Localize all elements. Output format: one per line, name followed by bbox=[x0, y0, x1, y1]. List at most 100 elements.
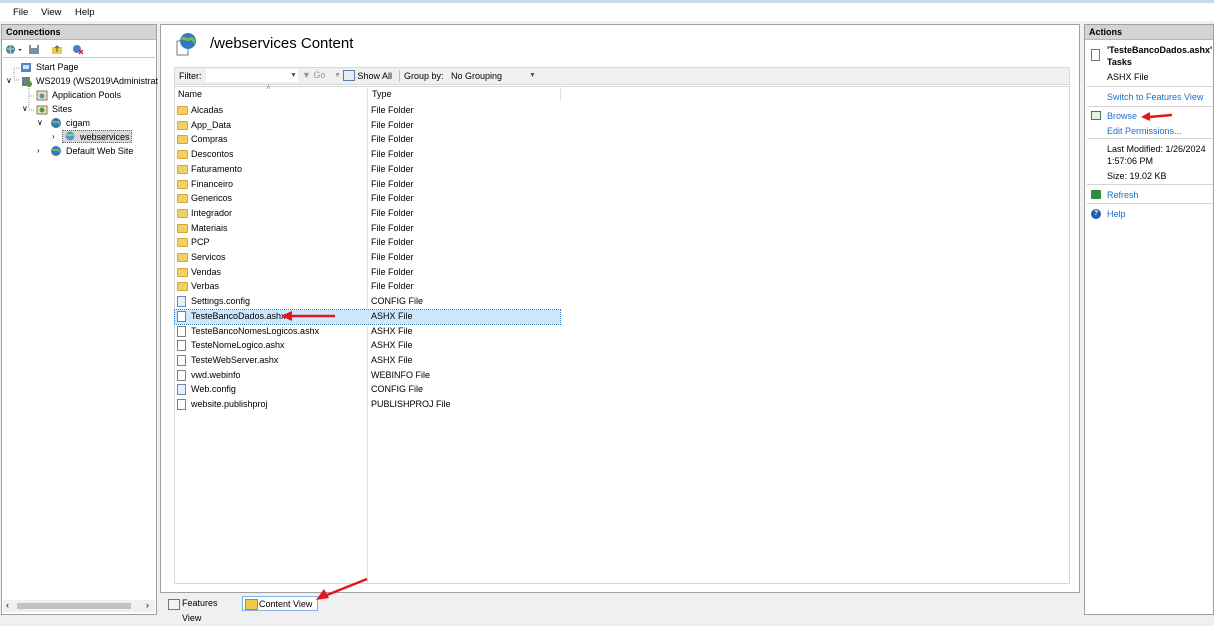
table-row[interactable]: Compras File Folder bbox=[175, 133, 560, 148]
content-list: ˄ Name Type Alcadas File Folder App_Data Fi… bbox=[174, 83, 1070, 584]
table-row[interactable]: PCP File Folder bbox=[175, 236, 560, 251]
save-icon[interactable] bbox=[28, 44, 40, 55]
column-header-type[interactable]: Type bbox=[372, 89, 392, 99]
row-name: Descontos bbox=[191, 149, 234, 160]
row-name: App_Data bbox=[191, 119, 232, 130]
group-by-dropdown-icon[interactable]: ▼ bbox=[529, 72, 536, 79]
content-globe-icon bbox=[175, 32, 197, 56]
connect-dropdown-icon[interactable] bbox=[17, 44, 23, 55]
table-row[interactable]: Settings.config CONFIG File bbox=[175, 295, 560, 310]
table-row[interactable]: Web.config CONFIG File bbox=[175, 383, 560, 398]
table-row[interactable]: Servicos File Folder bbox=[175, 251, 560, 266]
tree-start-page[interactable]: Start Page bbox=[36, 62, 79, 72]
table-row[interactable]: Verbas File Folder bbox=[175, 280, 560, 295]
filter-dropdown-icon[interactable]: ▼ bbox=[290, 72, 297, 79]
row-type: ASHX File bbox=[371, 310, 413, 321]
menu-file[interactable]: File bbox=[13, 7, 28, 18]
content-view-tab[interactable]: Content View bbox=[242, 596, 318, 611]
section-divider bbox=[1087, 138, 1213, 139]
disconnect-icon[interactable] bbox=[72, 44, 84, 55]
row-type: WEBINFO File bbox=[371, 369, 431, 380]
globe-icon bbox=[50, 145, 62, 156]
refresh-link[interactable]: Refresh bbox=[1107, 190, 1139, 200]
table-row[interactable]: website.publishproj PUBLISHPROJ File bbox=[175, 398, 560, 413]
table-row[interactable]: Alcadas File Folder bbox=[175, 104, 560, 119]
row-name: Compras bbox=[191, 134, 228, 145]
column-header-name[interactable]: Name bbox=[178, 89, 202, 99]
horizontal-scrollbar[interactable]: ‹ › bbox=[3, 600, 155, 612]
scroll-left-icon[interactable]: ‹ bbox=[6, 600, 9, 610]
table-row[interactable]: Descontos File Folder bbox=[175, 148, 560, 163]
row-name: Verbas bbox=[191, 281, 220, 292]
table-row[interactable]: Materiais File Folder bbox=[175, 222, 560, 237]
table-row[interactable]: Genericos File Folder bbox=[175, 192, 560, 207]
folder-icon bbox=[177, 238, 188, 248]
tree-cigam[interactable]: cigam bbox=[66, 118, 90, 128]
table-row[interactable]: Faturamento File Folder bbox=[175, 163, 560, 178]
go-dropdown-icon[interactable]: ▼ bbox=[334, 72, 341, 79]
chevron-down-icon[interactable]: ∨ bbox=[37, 118, 43, 127]
tree-webservices[interactable]: webservices bbox=[80, 132, 130, 142]
page-title: /webservices Content bbox=[210, 35, 354, 52]
file-icon bbox=[177, 399, 186, 410]
chevron-right-icon[interactable]: › bbox=[37, 146, 40, 155]
help-link[interactable]: Help bbox=[1107, 209, 1126, 219]
tree-application-pools[interactable]: Application Pools bbox=[52, 90, 121, 100]
row-type: File Folder bbox=[371, 207, 414, 218]
row-type: File Folder bbox=[371, 105, 414, 115]
row-type: File Folder bbox=[371, 252, 414, 262]
table-row[interactable]: TesteNomeLogico.ashx ASHX File bbox=[175, 339, 560, 354]
switch-to-features-view-link[interactable]: Switch to Features View bbox=[1107, 92, 1203, 102]
connections-panel: Connections Start Page ∨ WS2019 (WS2019\… bbox=[1, 24, 158, 615]
row-type: File Folder bbox=[371, 266, 414, 277]
table-row[interactable]: Vendas File Folder bbox=[175, 266, 560, 281]
menu-help[interactable]: Help bbox=[75, 7, 95, 18]
tree-sites[interactable]: Sites bbox=[52, 104, 72, 114]
folder-icon bbox=[177, 282, 188, 292]
tree-server[interactable]: WS2019 (WS2019\Administrat bbox=[36, 76, 158, 86]
folder-icon bbox=[177, 150, 188, 160]
browse-icon bbox=[1091, 111, 1101, 120]
up-folder-icon[interactable] bbox=[51, 44, 63, 55]
scrollbar-thumb[interactable] bbox=[17, 603, 131, 609]
toolbar-divider bbox=[3, 57, 155, 58]
chevron-right-icon[interactable]: › bbox=[52, 132, 55, 141]
table-row[interactable]: Financeiro File Folder bbox=[175, 178, 560, 193]
row-name: TesteBancoDados.ashx bbox=[191, 310, 286, 321]
sites-icon bbox=[36, 104, 48, 115]
filter-input[interactable] bbox=[206, 69, 298, 82]
row-name: Faturamento bbox=[191, 163, 243, 174]
chevron-down-icon[interactable]: ∨ bbox=[6, 76, 12, 85]
row-name: Materiais bbox=[191, 222, 228, 233]
group-by-select[interactable]: No Grouping bbox=[451, 71, 502, 81]
folder-icon bbox=[177, 106, 188, 115]
tree-default-web-site[interactable]: Default Web Site bbox=[66, 146, 133, 156]
table-row[interactable]: TesteBancoNomesLogicos.ashx ASHX File bbox=[175, 325, 560, 340]
filter-label: Filter: bbox=[179, 71, 202, 81]
row-name: website.publishproj bbox=[191, 399, 268, 409]
scroll-right-icon[interactable]: › bbox=[146, 600, 149, 610]
connections-header: Connections bbox=[2, 25, 156, 40]
table-row[interactable]: App_Data File Folder bbox=[175, 119, 560, 134]
help-icon: ? bbox=[1091, 209, 1101, 219]
row-name: Genericos bbox=[191, 193, 233, 204]
browse-link[interactable]: Browse bbox=[1107, 111, 1137, 121]
file-icon bbox=[177, 325, 186, 337]
row-type: ASHX File bbox=[371, 354, 413, 365]
edit-permissions-link[interactable]: Edit Permissions... bbox=[1107, 126, 1182, 136]
row-type: File Folder bbox=[371, 134, 414, 145]
content-view-label: Content View bbox=[259, 599, 313, 609]
menu-view[interactable]: View bbox=[41, 7, 61, 18]
row-type: File Folder bbox=[371, 222, 414, 233]
features-view-tab[interactable]: Features View bbox=[166, 596, 239, 623]
table-row[interactable]: vwd.webinfo WEBINFO File bbox=[175, 369, 560, 384]
connect-globe-icon[interactable] bbox=[5, 44, 17, 55]
actions-header: Actions bbox=[1085, 25, 1213, 40]
show-all-button[interactable]: Show All bbox=[343, 70, 392, 81]
chevron-down-icon[interactable]: ∨ bbox=[22, 104, 28, 113]
table-row[interactable]: Integrador File Folder bbox=[175, 207, 560, 222]
table-row[interactable]: TesteBancoDados.ashx ASHX File bbox=[174, 308, 561, 326]
table-row[interactable]: TesteWebServer.ashx ASHX File bbox=[175, 354, 560, 369]
go-button[interactable]: ▼ Go bbox=[302, 70, 325, 80]
folder-icon bbox=[177, 223, 188, 233]
